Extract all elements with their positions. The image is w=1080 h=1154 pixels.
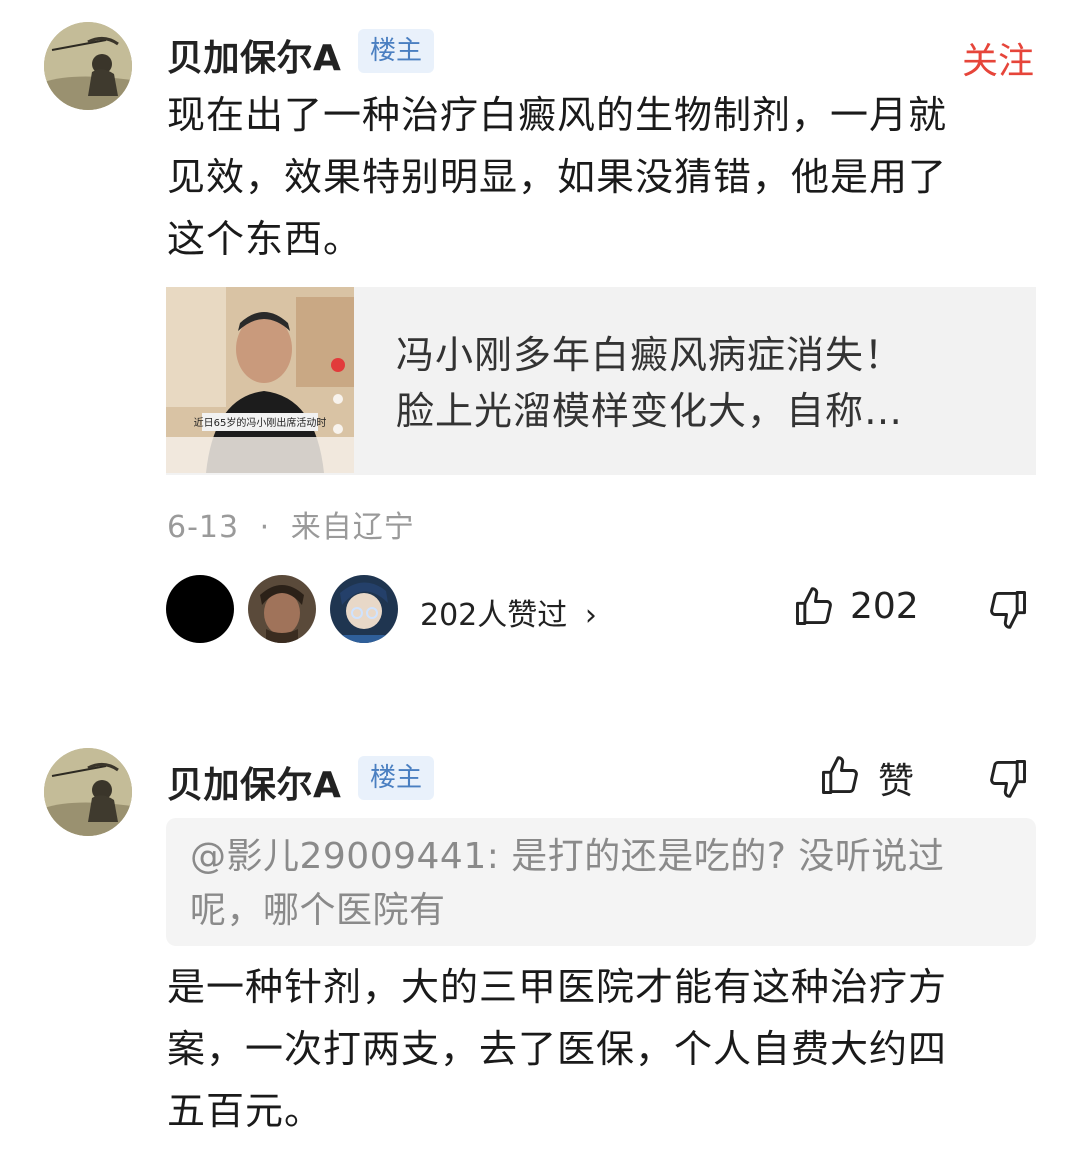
thumbnail-image: 近日65岁的冯小刚出席活动时 bbox=[166, 287, 354, 473]
comment-line: 现在出了一种治疗白癜风的生物制剂，一月就 bbox=[167, 93, 948, 137]
author-name[interactable]: 贝加保尔A bbox=[167, 29, 341, 81]
chevron-right-icon: › bbox=[584, 598, 597, 633]
like-label: 赞 bbox=[878, 761, 915, 802]
comment-line: 这个东西。 bbox=[167, 217, 363, 261]
thumbnail-caption: 近日65岁的冯小刚出席活动时 bbox=[194, 416, 327, 429]
comment-location: 来自辽宁 bbox=[290, 510, 415, 545]
liker-avatar[interactable] bbox=[330, 575, 398, 643]
follow-button[interactable]: 关注 bbox=[962, 32, 1034, 84]
like-button[interactable] bbox=[792, 585, 836, 629]
article-thumbnail: 近日65岁的冯小刚出席活动时 bbox=[166, 287, 354, 473]
author-name[interactable]: 贝加保尔A bbox=[167, 756, 341, 808]
comment-meta: 6-13 · 来自辽宁 bbox=[167, 502, 415, 546]
likers-summary-link[interactable]: 202人赞过 › bbox=[420, 590, 597, 634]
like-count: 202 bbox=[850, 586, 919, 627]
article-title: 冯小刚多年白癜风病症消失！ 脸上光溜模样变化大，自称… bbox=[396, 327, 903, 439]
op-badge: 楼主 bbox=[358, 29, 435, 73]
thumbs-down-icon bbox=[990, 760, 1026, 798]
author-avatar[interactable] bbox=[44, 22, 132, 110]
linked-article-card[interactable]: 近日65岁的冯小刚出席活动时 冯小刚多年白癜风病症消失！ 脸上光溜模样变化大，自… bbox=[166, 287, 1036, 475]
comment-text: 是一种针剂，大的三甲医院才能有这种治疗方 案，一次打两支，去了医保，个人自费大约… bbox=[167, 956, 1047, 1142]
liker-avatar-image bbox=[330, 575, 398, 643]
article-title-line: 脸上光溜模样变化大，自称… bbox=[396, 389, 904, 433]
meta-separator: · bbox=[259, 510, 271, 545]
quote-line: 呢，哪个医院有 bbox=[190, 890, 446, 931]
liker-avatar[interactable] bbox=[248, 575, 316, 643]
likers-count-text: 202人赞过 bbox=[420, 598, 568, 633]
dislike-button[interactable] bbox=[986, 756, 1030, 800]
avatar-image bbox=[44, 22, 132, 110]
op-badge: 楼主 bbox=[358, 756, 435, 800]
liker-avatar[interactable] bbox=[166, 575, 234, 643]
comment-line: 案，一次打两支，去了医保，个人自费大约四 bbox=[167, 1027, 948, 1071]
thumbs-down-icon bbox=[990, 591, 1026, 629]
dislike-button[interactable] bbox=[986, 587, 1030, 631]
quote-line: @影儿29009441: 是打的还是吃的? 没听说过 bbox=[190, 836, 945, 877]
like-button[interactable] bbox=[818, 754, 862, 798]
avatar-image bbox=[44, 748, 132, 836]
quoted-comment[interactable]: @影儿29009441: 是打的还是吃的? 没听说过 呢，哪个医院有 bbox=[166, 818, 1036, 946]
comment-date: 6-13 bbox=[167, 510, 240, 545]
comment-line: 五百元。 bbox=[167, 1089, 324, 1133]
comment-line: 是一种针剂，大的三甲医院才能有这种治疗方 bbox=[167, 965, 948, 1009]
article-title-line: 冯小刚多年白癜风病症消失！ bbox=[396, 333, 904, 377]
comment-text: 现在出了一种治疗白癜风的生物制剂，一月就 见效，效果特别明显，如果没猜错，他是用… bbox=[167, 84, 1047, 270]
comment-line: 见效，效果特别明显，如果没猜错，他是用了 bbox=[167, 155, 948, 199]
thumbs-up-icon bbox=[822, 756, 858, 794]
thumbs-up-icon bbox=[796, 587, 832, 625]
liker-avatar-image bbox=[248, 575, 316, 643]
author-avatar[interactable] bbox=[44, 748, 132, 836]
quoted-comment-text: @影儿29009441: 是打的还是吃的? 没听说过 呢，哪个医院有 bbox=[190, 830, 1020, 938]
